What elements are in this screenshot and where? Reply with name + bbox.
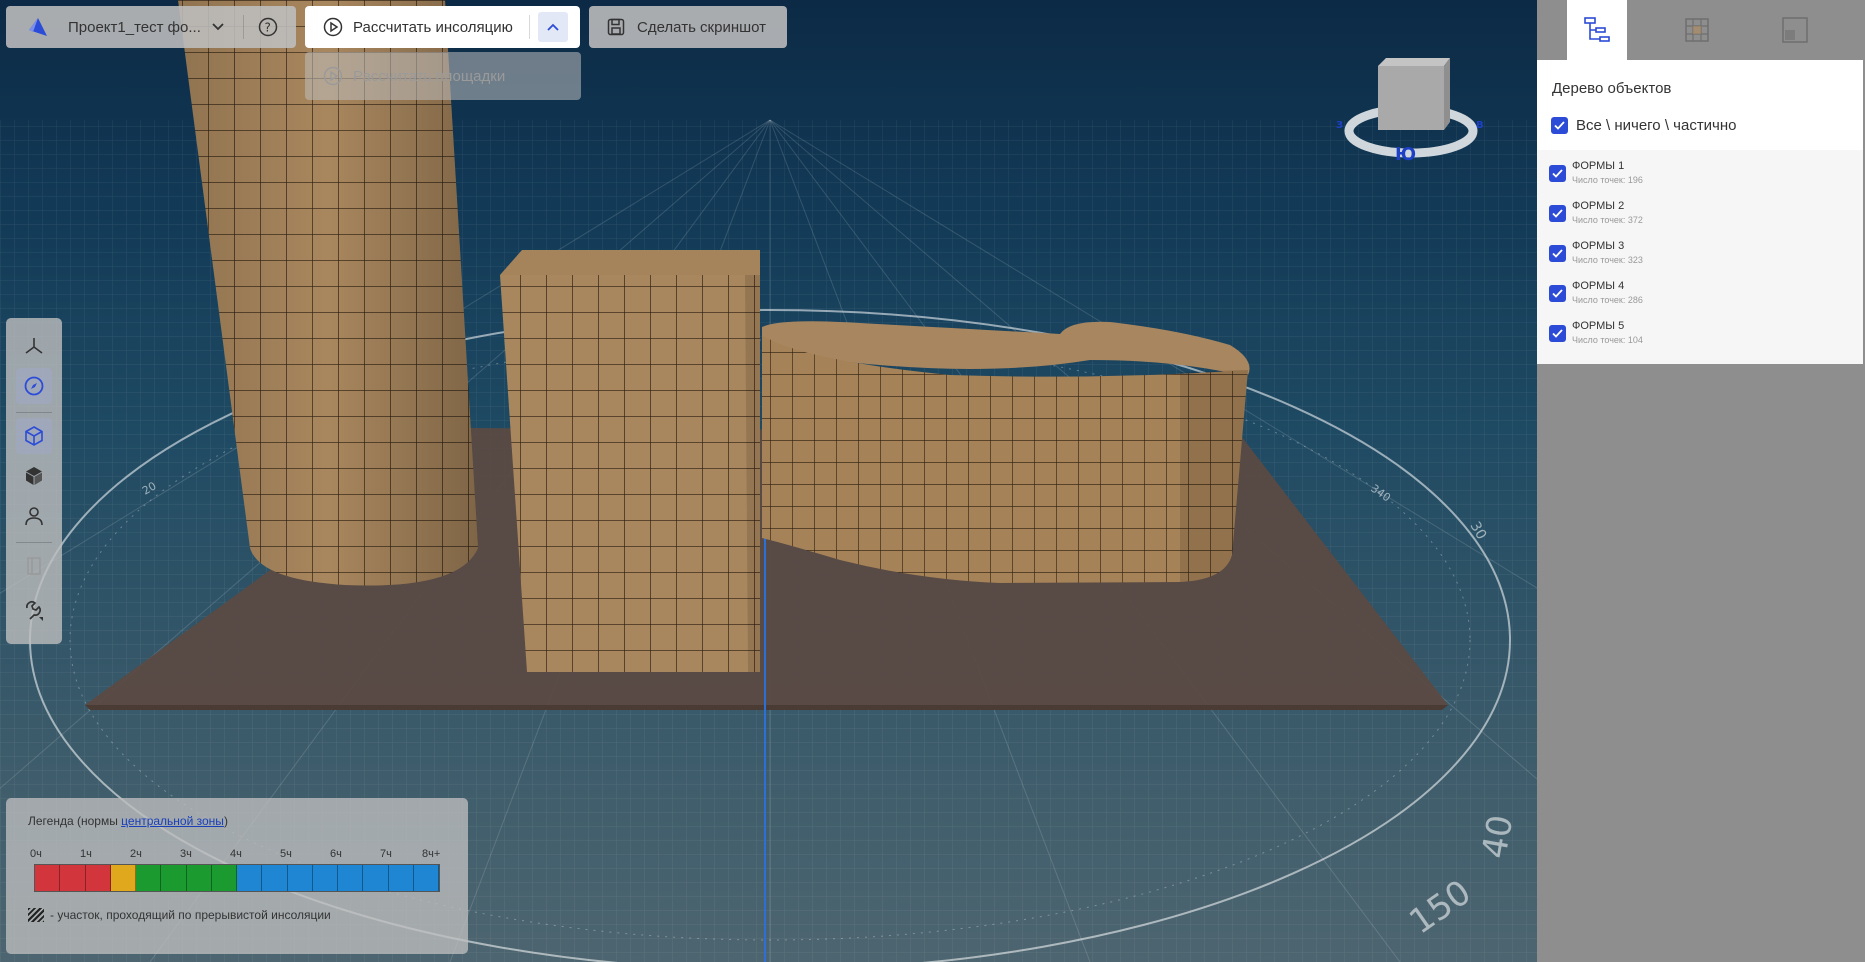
save-icon	[607, 18, 625, 36]
legend-segment	[161, 865, 187, 891]
legend-tick: 4ч	[230, 848, 242, 860]
object-list: ФОРМЫ 1 Число точек: 196 ФОРМЫ 2 Число точ…	[1537, 150, 1863, 364]
tab-object-tree[interactable]	[1567, 0, 1627, 60]
object-name: ФОРМЫ 3	[1572, 240, 1625, 252]
select-all-label: Все \ ничего \ частично	[1576, 117, 1737, 134]
screenshot-button[interactable]: Сделать скриншот	[589, 6, 787, 48]
legend-segment	[211, 865, 237, 891]
compass-icon[interactable]	[16, 368, 52, 404]
tab-grid[interactable]	[1667, 0, 1727, 60]
list-item[interactable]: ФОРМЫ 3 Число точек: 323	[1549, 240, 1643, 265]
legend-tick: 8ч+	[422, 848, 441, 860]
project-name[interactable]: Проект1_тест фо...	[68, 19, 201, 36]
list-item[interactable]: ФОРМЫ 4 Число точек: 286	[1549, 280, 1643, 305]
legend-tick: 6ч	[330, 848, 342, 860]
legend-tick: 5ч	[280, 848, 292, 860]
legend-note: - участок, проходящий по прерывистой инс…	[28, 908, 331, 922]
compass-west-label: З	[1336, 120, 1343, 131]
legend-panel: Легенда (нормы центральной зоны) 0ч 1ч 2…	[6, 798, 468, 954]
legend-segment	[60, 865, 86, 891]
play-circle-icon[interactable]	[323, 17, 343, 37]
building-block	[500, 250, 760, 672]
object-points: Число точек: 372	[1572, 215, 1643, 225]
wrench-icon[interactable]	[16, 593, 52, 629]
object-name: ФОРМЫ 1	[1572, 160, 1625, 172]
select-all-row[interactable]: Все \ ничего \ частично	[1551, 117, 1737, 134]
legend-segment	[136, 865, 162, 891]
legend-color-bar	[34, 864, 440, 892]
layout-icon	[1781, 16, 1809, 44]
chevron-down-icon[interactable]	[211, 22, 225, 32]
app-logo-icon[interactable]	[26, 15, 50, 39]
hatch-swatch-icon	[28, 908, 44, 922]
legend-segment	[388, 865, 414, 891]
checkbox-checked-icon[interactable]	[1549, 245, 1566, 262]
object-name: ФОРМЫ 5	[1572, 320, 1625, 332]
legend-tick: 1ч	[80, 848, 92, 860]
building-curved	[762, 321, 1250, 583]
compass-east-label: В	[1476, 120, 1484, 131]
object-points: Число точек: 286	[1572, 295, 1643, 305]
panel-icon[interactable]	[16, 548, 52, 584]
legend-title-suffix: )	[223, 814, 228, 828]
checkbox-checked-icon[interactable]	[1549, 165, 1566, 182]
checkbox-checked-icon[interactable]	[1549, 285, 1566, 302]
legend-note-text: - участок, проходящий по прерывистой инс…	[50, 908, 331, 922]
legend-segment	[237, 865, 263, 891]
legend-segment	[287, 865, 313, 891]
cube-outline-icon[interactable]	[16, 418, 52, 454]
legend-segment	[186, 865, 212, 891]
right-panel: Дерево объектов Все \ ничего \ частично …	[1537, 0, 1865, 962]
object-tree-panel: Дерево объектов Все \ ничего \ частично …	[1537, 60, 1863, 364]
cube-solid-icon[interactable]	[16, 458, 52, 494]
legend-tick: 3ч	[180, 848, 192, 860]
checkbox-checked-icon[interactable]	[1551, 117, 1568, 134]
object-tree-title: Дерево объектов	[1552, 80, 1672, 97]
calc-insolation-group: Рассчитать инсоляцию	[305, 6, 580, 48]
screenshot-label: Сделать скриншот	[637, 18, 767, 36]
tree-icon	[1582, 15, 1612, 45]
chevron-up-icon[interactable]	[537, 12, 568, 42]
legend-segment	[312, 865, 338, 891]
legend-segment	[363, 865, 389, 891]
legend-tick: 7ч	[380, 848, 392, 860]
grid-icon	[1684, 17, 1710, 43]
object-points: Число точек: 104	[1572, 335, 1643, 345]
help-icon[interactable]: ?	[258, 17, 278, 37]
list-item[interactable]: ФОРМЫ 1 Число точек: 196	[1549, 160, 1643, 185]
legend-segment	[35, 865, 61, 891]
svg-text:?: ?	[264, 21, 270, 35]
legend-tick: 2ч	[130, 848, 142, 860]
left-toolbar	[6, 318, 62, 644]
object-name: ФОРМЫ 4	[1572, 280, 1625, 292]
axes-icon[interactable]	[16, 328, 52, 364]
legend-segment	[262, 865, 288, 891]
legend-segment	[85, 865, 111, 891]
object-points: Число точек: 196	[1572, 175, 1643, 185]
compass-south-label: Ю	[1395, 144, 1416, 165]
object-points: Число точек: 323	[1572, 255, 1643, 265]
legend-segment	[110, 865, 136, 891]
legend-segment	[338, 865, 364, 891]
project-toolbar: Проект1_тест фо... ?	[6, 6, 296, 48]
calc-areas-label: Рассчитать площадки	[353, 67, 506, 85]
dial-label-40: 40	[1474, 812, 1521, 862]
checkbox-checked-icon[interactable]	[1549, 325, 1566, 342]
legend-title: Легенда (нормы центральной зоны)	[28, 814, 228, 828]
legend-tick: 0ч	[30, 848, 42, 860]
right-tabs	[1537, 0, 1865, 60]
person-icon[interactable]	[16, 498, 52, 534]
3d-viewport[interactable]: 150 40 30 340 20 Ю З В Проект1_тест фо..…	[0, 0, 1537, 962]
tab-layout[interactable]	[1765, 0, 1825, 60]
list-item[interactable]: ФОРМЫ 5 Число точек: 104	[1549, 320, 1643, 345]
central-zone-link[interactable]: центральной зоны	[121, 814, 224, 828]
calc-insolation-button[interactable]: Рассчитать инсоляцию	[353, 19, 513, 36]
calc-areas-button[interactable]: Рассчитать площадки	[305, 52, 581, 100]
legend-title-prefix: Легенда (нормы	[28, 814, 122, 828]
list-item[interactable]: ФОРМЫ 2 Число точек: 372	[1549, 200, 1643, 225]
checkbox-checked-icon[interactable]	[1549, 205, 1566, 222]
object-name: ФОРМЫ 2	[1572, 200, 1625, 212]
legend-segment	[413, 865, 439, 891]
play-circle-icon	[323, 66, 343, 86]
